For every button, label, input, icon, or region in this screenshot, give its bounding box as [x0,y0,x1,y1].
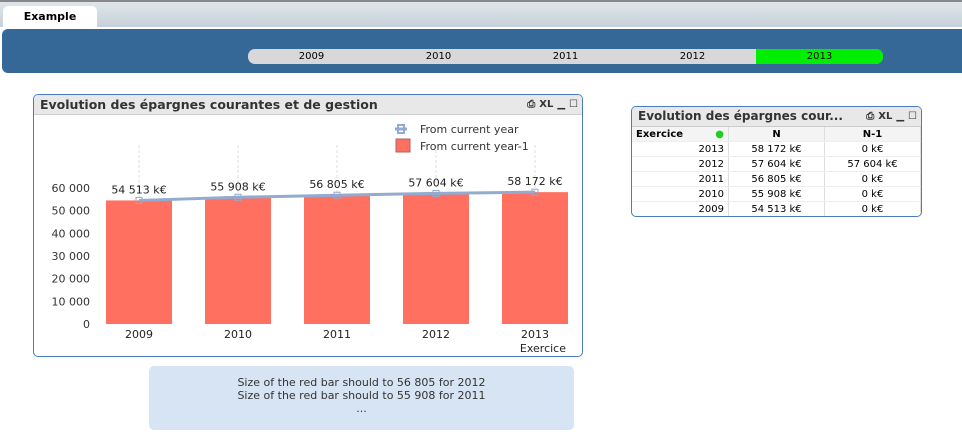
table-cell: 56 805 k€ [728,171,825,187]
table-row[interactable]: 2012 57 604 k€ 57 604 k€ [632,156,921,172]
data-label: 57 604 k€ [408,176,463,189]
y-tick-label: 50 000 [52,205,91,218]
tab-example[interactable]: Example [3,6,97,30]
data-label: 55 908 k€ [210,180,265,193]
table-cell: 0 k€ [824,186,921,202]
maximize-icon[interactable]: ☐ [569,95,578,114]
year-2013[interactable]: 2013 [756,49,883,64]
header-n[interactable]: N [728,127,825,142]
bar [502,192,568,324]
table-title: Evolution des épargnes cour... [638,109,843,123]
x-axis-label: Exercice [520,342,566,355]
sheet-tabbar: Example [0,0,962,30]
table-cell: 2010 [632,186,729,202]
note-line: Size of the red bar should to 55 908 for… [237,389,486,402]
note-box: Size of the red bar should to 56 805 for… [149,366,574,430]
table-row[interactable]: 2011 56 805 k€ 0 k€ [632,171,921,187]
table-cell: 58 172 k€ [728,141,825,157]
year-2009[interactable]: 2009 [248,49,375,64]
table-cell: 0 k€ [824,171,921,187]
chart-svg: 0 10 000 20 000 30 000 40 000 50 000 60 000 54 … [52,123,568,355]
minimize-icon[interactable]: ▁ [557,95,565,114]
x-tick-label: 2013 [521,328,549,341]
table-cell: 0 k€ [824,141,921,157]
year-2012[interactable]: 2012 [629,49,756,64]
print-icon[interactable]: ⎙ [866,107,874,126]
table-row[interactable]: 2010 55 908 k€ 0 k€ [632,186,921,202]
legend-label: From current year [420,123,519,136]
table-cell: 57 604 k€ [728,156,825,172]
table-row[interactable]: 2009 54 513 k€ 0 k€ [632,201,921,216]
table-caption: Evolution des épargnes cour... ⎙ XL ▁ ☐ [632,107,921,127]
bar [205,197,271,324]
chart-caption: Evolution des épargnes courantes et de g… [34,95,582,115]
bar [304,195,370,324]
y-tick-label: 30 000 [52,250,91,263]
table-cell: 2011 [632,171,729,187]
chart-title: Evolution des épargnes courantes et de g… [40,97,378,112]
year-2011[interactable]: 2011 [502,49,629,64]
header-exercice[interactable]: Exercice ● [632,127,729,142]
table-cell: 55 908 k€ [728,186,825,202]
x-tick-label: 2009 [125,328,153,341]
data-table: Exercice ● N N-1 2013 58 172 k€ 0 k€ 2012 57… [632,127,921,216]
note-line: ... [356,402,367,415]
minimize-icon[interactable]: ▁ [896,107,904,126]
table-cell: 54 513 k€ [728,201,825,216]
bar [403,193,469,324]
xl-export-icon[interactable]: XL [878,107,892,126]
legend-label: From current year-1 [420,140,529,153]
bar [106,200,172,324]
year-selector: 2009 2010 2011 2012 2013 [248,49,883,64]
table-cell: 2013 [632,141,729,157]
header-n-1[interactable]: N-1 [824,127,921,142]
data-label: 56 805 k€ [309,178,364,191]
status-dot-icon: ● [715,128,724,140]
xl-export-icon[interactable]: XL [539,95,553,114]
table-cell: 57 604 k€ [824,156,921,172]
table-row[interactable]: 2013 58 172 k€ 0 k€ [632,141,921,157]
table-cell: 2012 [632,156,729,172]
data-label: 58 172 k€ [507,175,562,188]
x-tick-label: 2011 [323,328,351,341]
y-tick-label: 0 [83,318,90,331]
data-label: 54 513 k€ [111,183,166,196]
legend-bar-swatch [395,138,411,153]
x-tick-label: 2012 [422,328,450,341]
table-cell: 0 k€ [824,201,921,216]
y-tick-label: 60 000 [52,182,91,195]
x-tick-label: 2010 [224,328,252,341]
y-tick-label: 10 000 [52,295,91,308]
year-2010[interactable]: 2010 [375,49,502,64]
maximize-icon[interactable]: ☐ [908,107,917,126]
y-tick-label: 40 000 [52,227,91,240]
chart-box: Evolution des épargnes courantes et de g… [33,94,583,357]
print-icon[interactable]: ⎙ [527,95,535,114]
table-cell: 2009 [632,201,729,216]
note-line: Size of the red bar should to 56 805 for… [237,376,486,389]
table-box: Evolution des épargnes cour... ⎙ XL ▁ ☐ … [631,106,922,217]
y-tick-label: 20 000 [52,273,91,286]
